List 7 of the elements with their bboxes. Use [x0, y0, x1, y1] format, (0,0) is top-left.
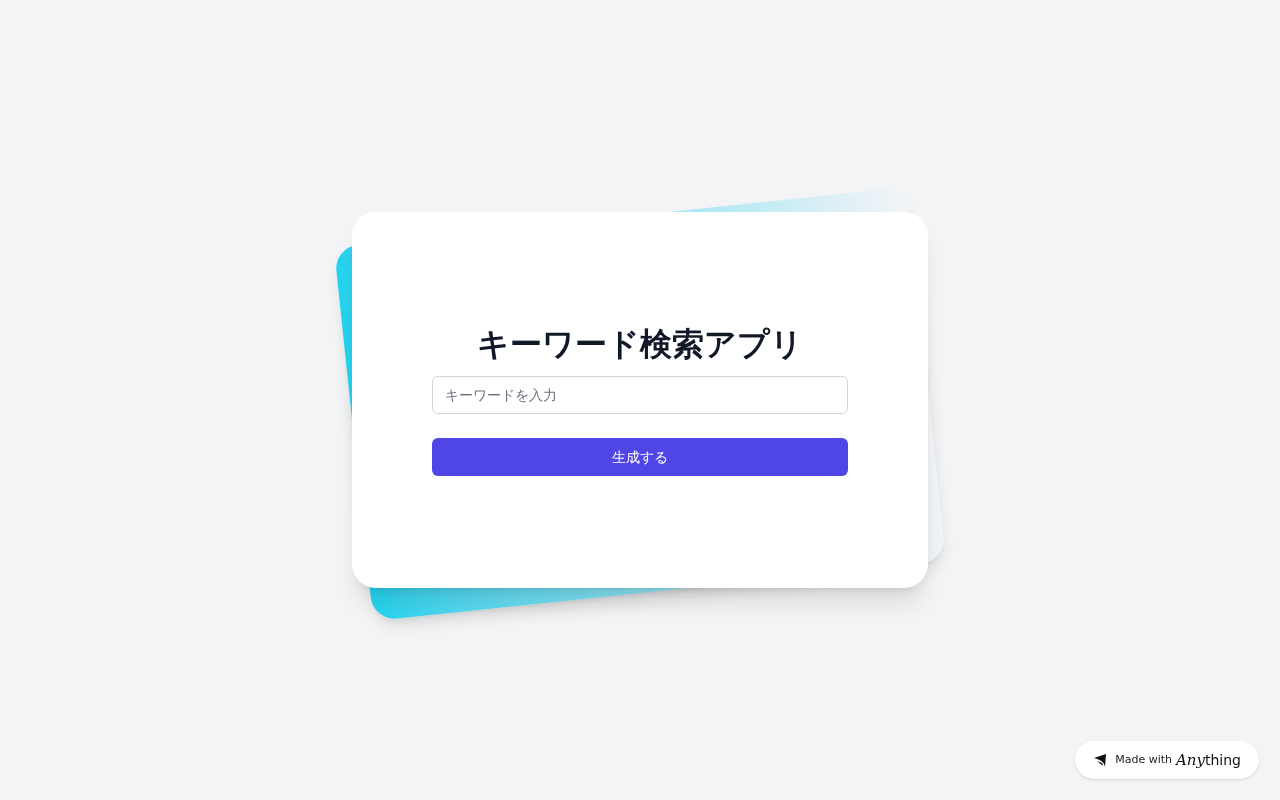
badge-text: Made with — [1115, 751, 1172, 768]
generate-button[interactable]: 生成する — [432, 438, 848, 476]
app-title: キーワード検索アプリ — [477, 324, 803, 364]
brand-name: Anything — [1176, 749, 1241, 771]
keyword-input[interactable]: キーワードを入力 — [432, 376, 848, 414]
made-with-badge[interactable]: Made with Anything — [1075, 741, 1259, 779]
logo-icon — [1093, 753, 1108, 767]
